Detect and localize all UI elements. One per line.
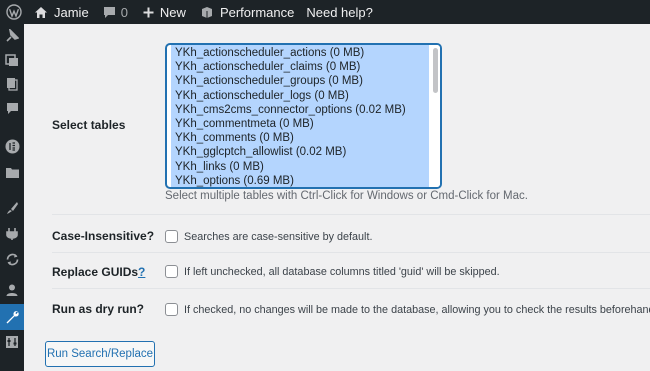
replace-guids-label: Replace GUIDs? bbox=[52, 265, 145, 279]
need-help-label: Need help? bbox=[306, 4, 373, 20]
run-search-replace-button[interactable]: Run Search/Replace bbox=[45, 341, 155, 367]
select-tables-label: Select tables bbox=[52, 118, 126, 132]
elementor-icon[interactable] bbox=[0, 134, 24, 158]
select-hint: Select multiple tables with Ctrl-Click f… bbox=[165, 190, 528, 202]
replace-guids-text: Replace GUIDs bbox=[52, 265, 139, 279]
folder-icon[interactable] bbox=[0, 160, 24, 184]
case-insensitive-checkbox[interactable] bbox=[165, 230, 178, 243]
table-option[interactable]: YKh_actionscheduler_logs (0 MB) bbox=[171, 89, 429, 103]
replace-guids-checkbox[interactable] bbox=[165, 265, 178, 278]
pages-icon[interactable] bbox=[0, 72, 24, 96]
site-home-link[interactable]: Jamie bbox=[34, 0, 89, 24]
tables-list: YKh_actionscheduler_actions (0 MB) YKh_a… bbox=[171, 45, 429, 187]
replace-guids-description: If left unchecked, all database columns … bbox=[184, 266, 500, 278]
comments-count: 0 bbox=[120, 4, 128, 20]
table-option[interactable]: YKh_comments (0 MB) bbox=[171, 131, 429, 145]
search-replace-form: Select tables YKh_actionscheduler_action… bbox=[24, 24, 650, 371]
admin-sidebar bbox=[0, 24, 24, 371]
dry-run-checkbox[interactable] bbox=[165, 303, 178, 316]
settings-icon[interactable] bbox=[0, 330, 24, 354]
comments-link[interactable]: 0 bbox=[103, 0, 128, 24]
tables-scrollbar[interactable] bbox=[431, 45, 440, 187]
tables-scrollbar-thumb[interactable] bbox=[433, 48, 438, 93]
need-help-link[interactable]: Need help? bbox=[306, 0, 373, 24]
new-label: New bbox=[159, 4, 186, 20]
table-option[interactable]: YKh_actionscheduler_actions (0 MB) bbox=[171, 46, 429, 60]
pin-icon[interactable] bbox=[0, 24, 24, 48]
plus-icon bbox=[143, 7, 154, 18]
guids-help-link[interactable]: ? bbox=[138, 265, 145, 279]
dry-run-description: If checked, no changes will be made to t… bbox=[184, 304, 650, 316]
row-divider bbox=[52, 214, 650, 215]
case-insensitive-description: Searches are case-sensitive by default. bbox=[184, 231, 373, 243]
comments-icon[interactable] bbox=[0, 96, 24, 120]
table-option[interactable]: YKh_actionscheduler_claims (0 MB) bbox=[171, 60, 429, 74]
media-icon[interactable] bbox=[0, 48, 24, 72]
case-insensitive-label: Case-Insensitive? bbox=[52, 229, 155, 243]
appearance-icon[interactable] bbox=[0, 196, 24, 220]
table-option[interactable]: YKh_options (0.69 MB) bbox=[171, 174, 429, 187]
users-icon[interactable] bbox=[0, 278, 24, 302]
wordpress-logo-icon[interactable] bbox=[0, 0, 28, 24]
table-option[interactable]: YKh_gglcptch_allowlist (0.02 MB) bbox=[171, 145, 429, 159]
dry-run-label: Run as dry run? bbox=[52, 302, 145, 316]
user-name: Jamie bbox=[54, 4, 89, 20]
home-icon bbox=[34, 6, 48, 19]
tables-multiselect[interactable]: YKh_actionscheduler_actions (0 MB) YKh_a… bbox=[166, 44, 441, 188]
table-option[interactable]: YKh_cms2cms_connector_options (0.02 MB) bbox=[171, 103, 429, 117]
admin-bar: Jamie 0 New Performance Need help? bbox=[0, 0, 650, 24]
row-divider bbox=[52, 252, 650, 253]
updates-icon[interactable] bbox=[0, 247, 24, 271]
plugins-icon[interactable] bbox=[0, 222, 24, 246]
tools-icon[interactable] bbox=[0, 304, 24, 330]
performance-label: Performance bbox=[219, 4, 295, 20]
comment-bubble-icon bbox=[103, 6, 116, 19]
table-option[interactable]: YKh_actionscheduler_groups (0 MB) bbox=[171, 74, 429, 88]
row-divider bbox=[52, 288, 650, 289]
table-option[interactable]: YKh_links (0 MB) bbox=[171, 160, 429, 174]
performance-icon bbox=[200, 6, 214, 19]
table-option[interactable]: YKh_commentmeta (0 MB) bbox=[171, 117, 429, 131]
performance-menu[interactable]: Performance bbox=[200, 0, 294, 24]
new-content-menu[interactable]: New bbox=[143, 0, 186, 24]
